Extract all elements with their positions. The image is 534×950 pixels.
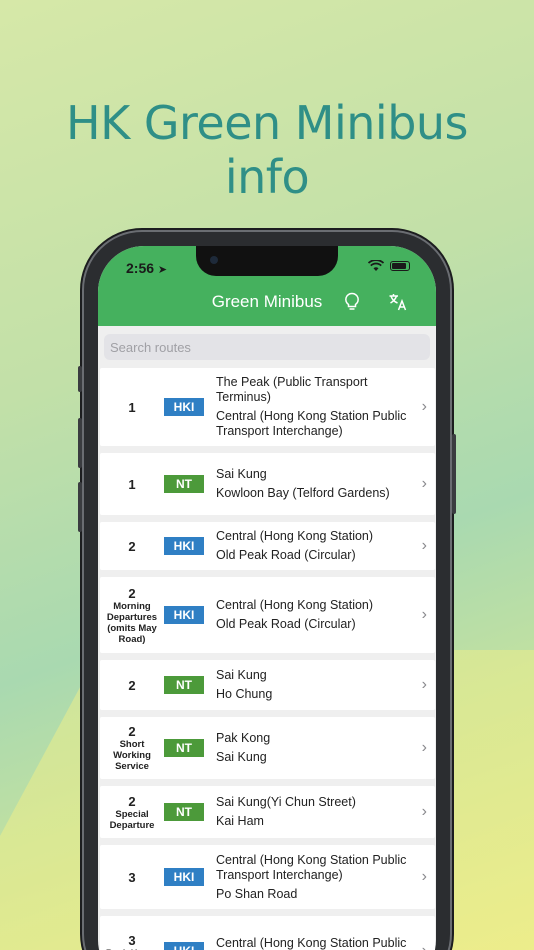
route-stops: Sai Kung Ho Chung: [216, 668, 435, 702]
volume-down-button: [78, 482, 82, 532]
route-number: 2: [128, 793, 136, 809]
destination-stop: Kai Ham: [216, 814, 264, 828]
route-row[interactable]: 3 HKI Central (Hong Kong Station Public Tr…: [100, 845, 435, 909]
destination-stop: Old Peak Road (Circular): [216, 548, 356, 562]
route-stops: Sai Kung(Yi Chun Street) Kai Ham: [216, 795, 435, 829]
destination-stop: Central (Hong Kong Station Public Transp…: [216, 409, 407, 438]
destination-stop: Old Peak Road (Circular): [216, 617, 356, 631]
route-variant-label: Special Departure: [109, 808, 155, 831]
origin-stop: Central (Hong Kong Station Public Transp…: [216, 936, 407, 950]
route-variant-label: Short Working Service: [113, 739, 151, 772]
origin-stop: Sai Kung: [216, 467, 267, 481]
notch: [196, 246, 338, 276]
route-number-cell: 2 Short Working Service: [100, 722, 164, 774]
origin-stop: Central (Hong Kong Station): [216, 529, 374, 543]
mute-switch: [78, 366, 82, 392]
route-number-cell: 3Peak Hours Departures: [100, 931, 164, 950]
route-row[interactable]: 1 HKI The Peak (Public Transport Terminus)…: [100, 368, 435, 446]
route-number: 2: [128, 585, 136, 601]
origin-stop: Central (Hong Kong Station Public Transp…: [216, 852, 407, 882]
chevron-right-icon: ›: [421, 606, 427, 623]
route-stops: Central (Hong Kong Station Public Transp…: [216, 853, 435, 902]
route-row[interactable]: 1 NT Sai Kung Kowloon Bay (Telford Gardens)…: [100, 453, 435, 515]
chevron-right-icon: ›: [421, 739, 427, 756]
route-number: 2: [128, 724, 136, 739]
search-input[interactable]: [104, 334, 430, 360]
region-badge: NT: [164, 475, 204, 493]
route-number: 1: [128, 476, 136, 492]
region-badge: NT: [164, 803, 204, 821]
region-badge: HKI: [164, 942, 204, 950]
app-screen: 2:56 ➤ Green Minibus Search routes 1 HKI…: [98, 246, 436, 950]
origin-stop: Central (Hong Kong Station): [216, 598, 374, 612]
route-number: 3: [128, 932, 136, 948]
route-number: 3: [128, 869, 136, 885]
headline-line-1: HK Green Minibus: [65, 96, 469, 150]
route-stops: Central (Hong Kong Station) Old Peak Road…: [216, 529, 435, 563]
chevron-right-icon: ›: [421, 676, 427, 693]
destination-stop: Kowloon Bay (Telford Gardens): [216, 486, 390, 500]
route-number-cell: 2 Morning Departures (omits May Road): [100, 584, 164, 647]
route-row[interactable]: 2 Short Working Service NT Pak Kong Sai Kung…: [100, 717, 435, 779]
route-row[interactable]: 3Peak Hours DeparturesHKI Central (Hong K…: [100, 916, 435, 950]
chevron-right-icon: ›: [421, 868, 427, 885]
origin-stop: The Peak (Public Transport Terminus): [216, 375, 368, 404]
chevron-right-icon: ›: [421, 537, 427, 554]
route-row[interactable]: 2 NT Sai Kung Ho Chung ›: [100, 660, 435, 710]
status-icons: [368, 260, 410, 272]
status-time: 2:56 ➤: [126, 260, 167, 276]
origin-stop: Sai Kung: [216, 668, 267, 682]
route-stops: The Peak (Public Transport Terminus) Cent…: [216, 375, 435, 439]
route-variant-label: Morning Departures (omits May Road): [106, 600, 158, 645]
route-number-cell: 1: [100, 475, 164, 494]
route-number-cell: 2 Special Departure: [100, 792, 164, 833]
origin-stop: Pak Kong: [216, 731, 271, 745]
region-badge: NT: [164, 676, 204, 694]
route-row[interactable]: 2 Morning Departures (omits May Road) HKI C…: [100, 577, 435, 653]
route-stops: Sai Kung Kowloon Bay (Telford Gardens): [216, 467, 435, 501]
headline-line-2: info: [224, 150, 310, 204]
search-bar: [98, 326, 436, 368]
wifi-icon: [368, 260, 384, 271]
route-stops: Pak Kong Sai Kung: [216, 731, 435, 765]
lightbulb-icon[interactable]: [344, 292, 360, 312]
battery-icon: [390, 261, 410, 271]
volume-up-button: [78, 418, 82, 468]
route-number-cell: 1: [100, 398, 164, 417]
route-row[interactable]: 2 Special Departure NT Sai Kung(Yi Chun Str…: [100, 786, 435, 838]
origin-stop: Sai Kung(Yi Chun Street): [216, 795, 356, 809]
destination-stop: Ho Chung: [216, 687, 273, 701]
region-badge: NT: [164, 739, 204, 757]
promo-headline: HK Green Minibus info: [0, 96, 534, 204]
route-stops: Central (Hong Kong Station) Old Peak Road…: [216, 598, 435, 632]
route-number: 1: [128, 399, 136, 415]
destination-stop: Po Shan Road: [216, 886, 298, 901]
location-arrow-icon: ➤: [157, 264, 168, 276]
destination-stop: Sai Kung: [216, 750, 267, 764]
chevron-right-icon: ›: [421, 803, 427, 820]
route-stops: Central (Hong Kong Station Public Transp…: [216, 936, 435, 950]
chevron-right-icon: ›: [421, 398, 427, 415]
route-number-cell: 3: [100, 868, 164, 887]
power-button: [452, 434, 456, 514]
route-number-cell: 2: [100, 676, 164, 695]
nav-title: Green Minibus: [211, 292, 323, 311]
phone-frame: 2:56 ➤ Green Minibus Search routes 1 HKI…: [78, 232, 456, 950]
route-number: 2: [128, 677, 136, 693]
route-number-cell: 2: [100, 537, 164, 556]
region-badge: HKI: [164, 868, 204, 886]
region-badge: HKI: [164, 398, 204, 416]
route-number: 2: [128, 538, 136, 554]
chevron-right-icon: ›: [421, 475, 427, 492]
translate-icon[interactable]: [388, 292, 408, 312]
region-badge: HKI: [164, 537, 204, 555]
camera-icon: [210, 256, 218, 264]
chevron-right-icon: ›: [422, 942, 427, 950]
route-row[interactable]: 2 HKI Central (Hong Kong Station) Old Peak …: [100, 522, 435, 570]
region-badge: HKI: [164, 606, 204, 624]
route-list[interactable]: 1 HKI The Peak (Public Transport Terminus)…: [98, 368, 436, 950]
status-time-text: 2:56: [126, 260, 155, 276]
